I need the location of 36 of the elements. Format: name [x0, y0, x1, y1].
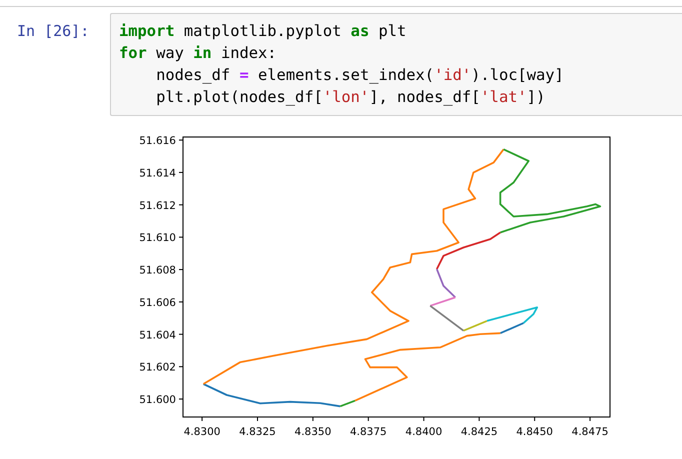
tick-mark — [178, 398, 184, 400]
tick-mark — [478, 416, 480, 422]
tick-mark — [590, 416, 591, 422]
y-tick-label: 51.606 — [139, 296, 176, 309]
x-tick-label: 4.8450 — [516, 426, 553, 438]
code-editor[interactable]: import matplotlib.pyplot as plt for way in index: nodes_df = elements.set_index('id').loc[way] plt.plot(nodes_df['lon'], nodes_df['lat']) — [110, 13, 682, 116]
x-tick-label: 4.8300 — [184, 426, 220, 438]
y-tick-label: 51.610 — [139, 232, 176, 244]
tick-mark — [178, 172, 184, 173]
x-tick-label: 4.8325 — [239, 426, 276, 438]
tick-mark — [178, 236, 184, 238]
tick-mark — [202, 416, 203, 422]
tick-mark — [178, 334, 184, 335]
x-tick-label: 4.8475 — [572, 426, 608, 438]
tick-mark — [178, 140, 184, 141]
tick-mark — [368, 416, 369, 422]
y-tick-label: 51.602 — [139, 362, 176, 374]
y-tick-label: 51.600 — [139, 394, 176, 406]
y-tick-label: 51.614 — [139, 167, 176, 180]
tick-mark — [534, 416, 536, 422]
x-tick-label: 4.8375 — [350, 426, 387, 438]
cell-prompt: In [26]: — [16, 21, 90, 40]
y-tick-label: 51.604 — [139, 329, 176, 342]
tick-mark — [178, 204, 184, 206]
tick-mark — [312, 416, 314, 422]
x-tick-label: 4.8350 — [294, 426, 332, 438]
y-tick-label: 51.612 — [139, 200, 176, 212]
x-tick-label: 4.8400 — [405, 426, 442, 438]
tick-mark — [178, 366, 184, 368]
y-tick-label: 51.608 — [139, 264, 176, 277]
y-tick-label: 51.616 — [139, 135, 176, 148]
tick-mark — [423, 416, 424, 422]
tick-mark — [257, 416, 258, 422]
tick-mark — [178, 301, 184, 302]
tick-mark — [178, 269, 184, 270]
x-tick-label: 4.8425 — [460, 426, 498, 438]
